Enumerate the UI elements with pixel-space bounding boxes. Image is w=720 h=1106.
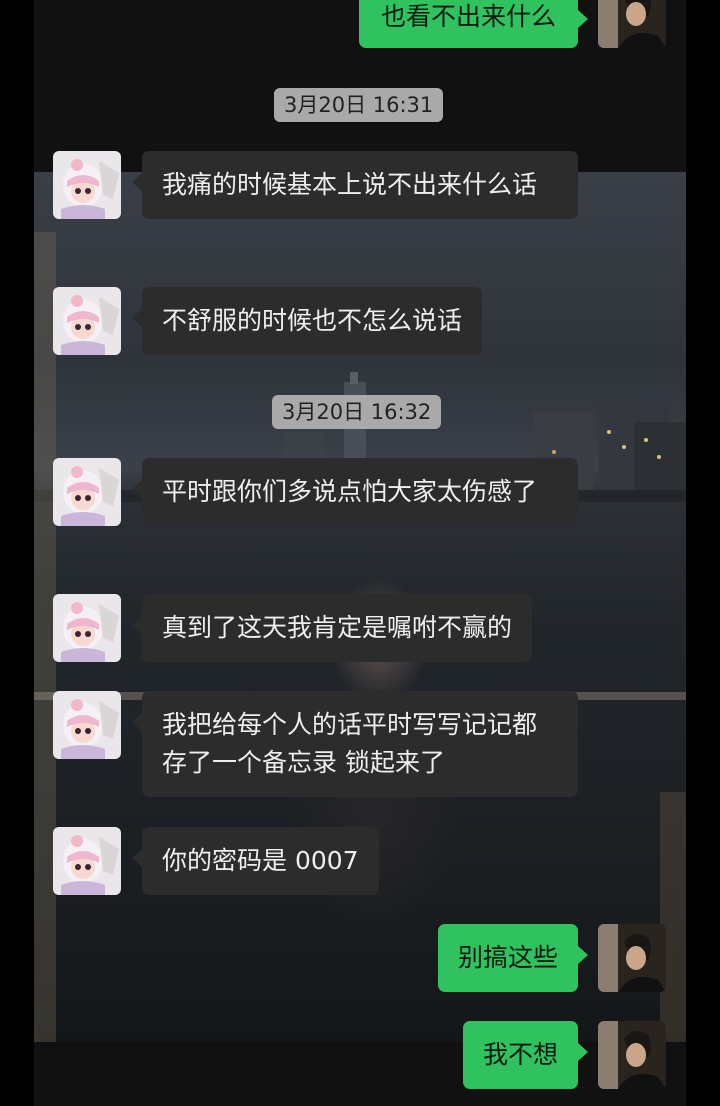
message-text: 平时跟你们多说点怕大家太伤感了 [162, 477, 538, 506]
timestamp: 3月20日 16:32 [272, 395, 442, 429]
message-text: 真到了这天我肯定是嘱咐不赢的 [162, 613, 513, 642]
man-portrait-avatar-icon [598, 1021, 666, 1089]
message-text: 你的密码是 0007 [162, 846, 359, 875]
cartoon-girl-avatar-icon [53, 594, 121, 662]
cartoon-girl-avatar-icon [53, 458, 121, 526]
boat-edge [660, 792, 686, 1042]
man-portrait-avatar-icon [598, 0, 666, 48]
cartoon-girl-avatar-icon [53, 287, 121, 355]
message-text: 也看不出来什么 [380, 2, 556, 31]
message-bubble-received[interactable]: 我把给每个人的话平时写写记记都存了一个备忘录 锁起来了 [132, 691, 578, 797]
self-avatar[interactable] [598, 924, 666, 992]
contact-avatar[interactable] [53, 151, 121, 219]
message-bubble-sent[interactable]: 也看不出来什么 [358, 0, 589, 48]
cartoon-girl-avatar-icon [53, 151, 121, 219]
contact-avatar[interactable] [53, 594, 121, 662]
chat-screen: 也看不出来什么 3月20日 16:31 我痛的时候基本上说不出来什么话 不舒服的… [34, 0, 686, 1106]
message-bubble-received[interactable]: 平时跟你们多说点怕大家太伤感了 [132, 458, 578, 526]
contact-avatar[interactable] [53, 458, 121, 526]
message-bubble-sent[interactable]: 我不想 [462, 1021, 589, 1089]
message-bubble-received[interactable]: 我痛的时候基本上说不出来什么话 [132, 151, 578, 219]
self-avatar[interactable] [598, 1021, 666, 1089]
message-text: 我不想 [482, 1040, 558, 1069]
contact-avatar[interactable] [53, 287, 121, 355]
message-text: 我把给每个人的话平时写写记记都存了一个备忘录 锁起来了 [162, 710, 538, 777]
message-bubble-received[interactable]: 不舒服的时候也不怎么说话 [131, 287, 483, 355]
contact-avatar[interactable] [53, 691, 121, 759]
message-text: 不舒服的时候也不怎么说话 [162, 306, 463, 335]
self-avatar[interactable] [598, 0, 666, 48]
timestamp: 3月20日 16:31 [274, 88, 444, 122]
message-bubble-received[interactable]: 真到了这天我肯定是嘱咐不赢的 [131, 594, 533, 662]
message-text: 我痛的时候基本上说不出来什么话 [162, 170, 538, 199]
message-bubble-received[interactable]: 你的密码是 0007 [132, 827, 379, 895]
cartoon-girl-avatar-icon [53, 691, 121, 759]
cartoon-girl-avatar-icon [53, 827, 121, 895]
man-portrait-avatar-icon [598, 924, 666, 992]
message-text: 别搞这些 [457, 943, 558, 972]
message-bubble-sent[interactable]: 别搞这些 [437, 924, 589, 992]
contact-avatar[interactable] [53, 827, 121, 895]
